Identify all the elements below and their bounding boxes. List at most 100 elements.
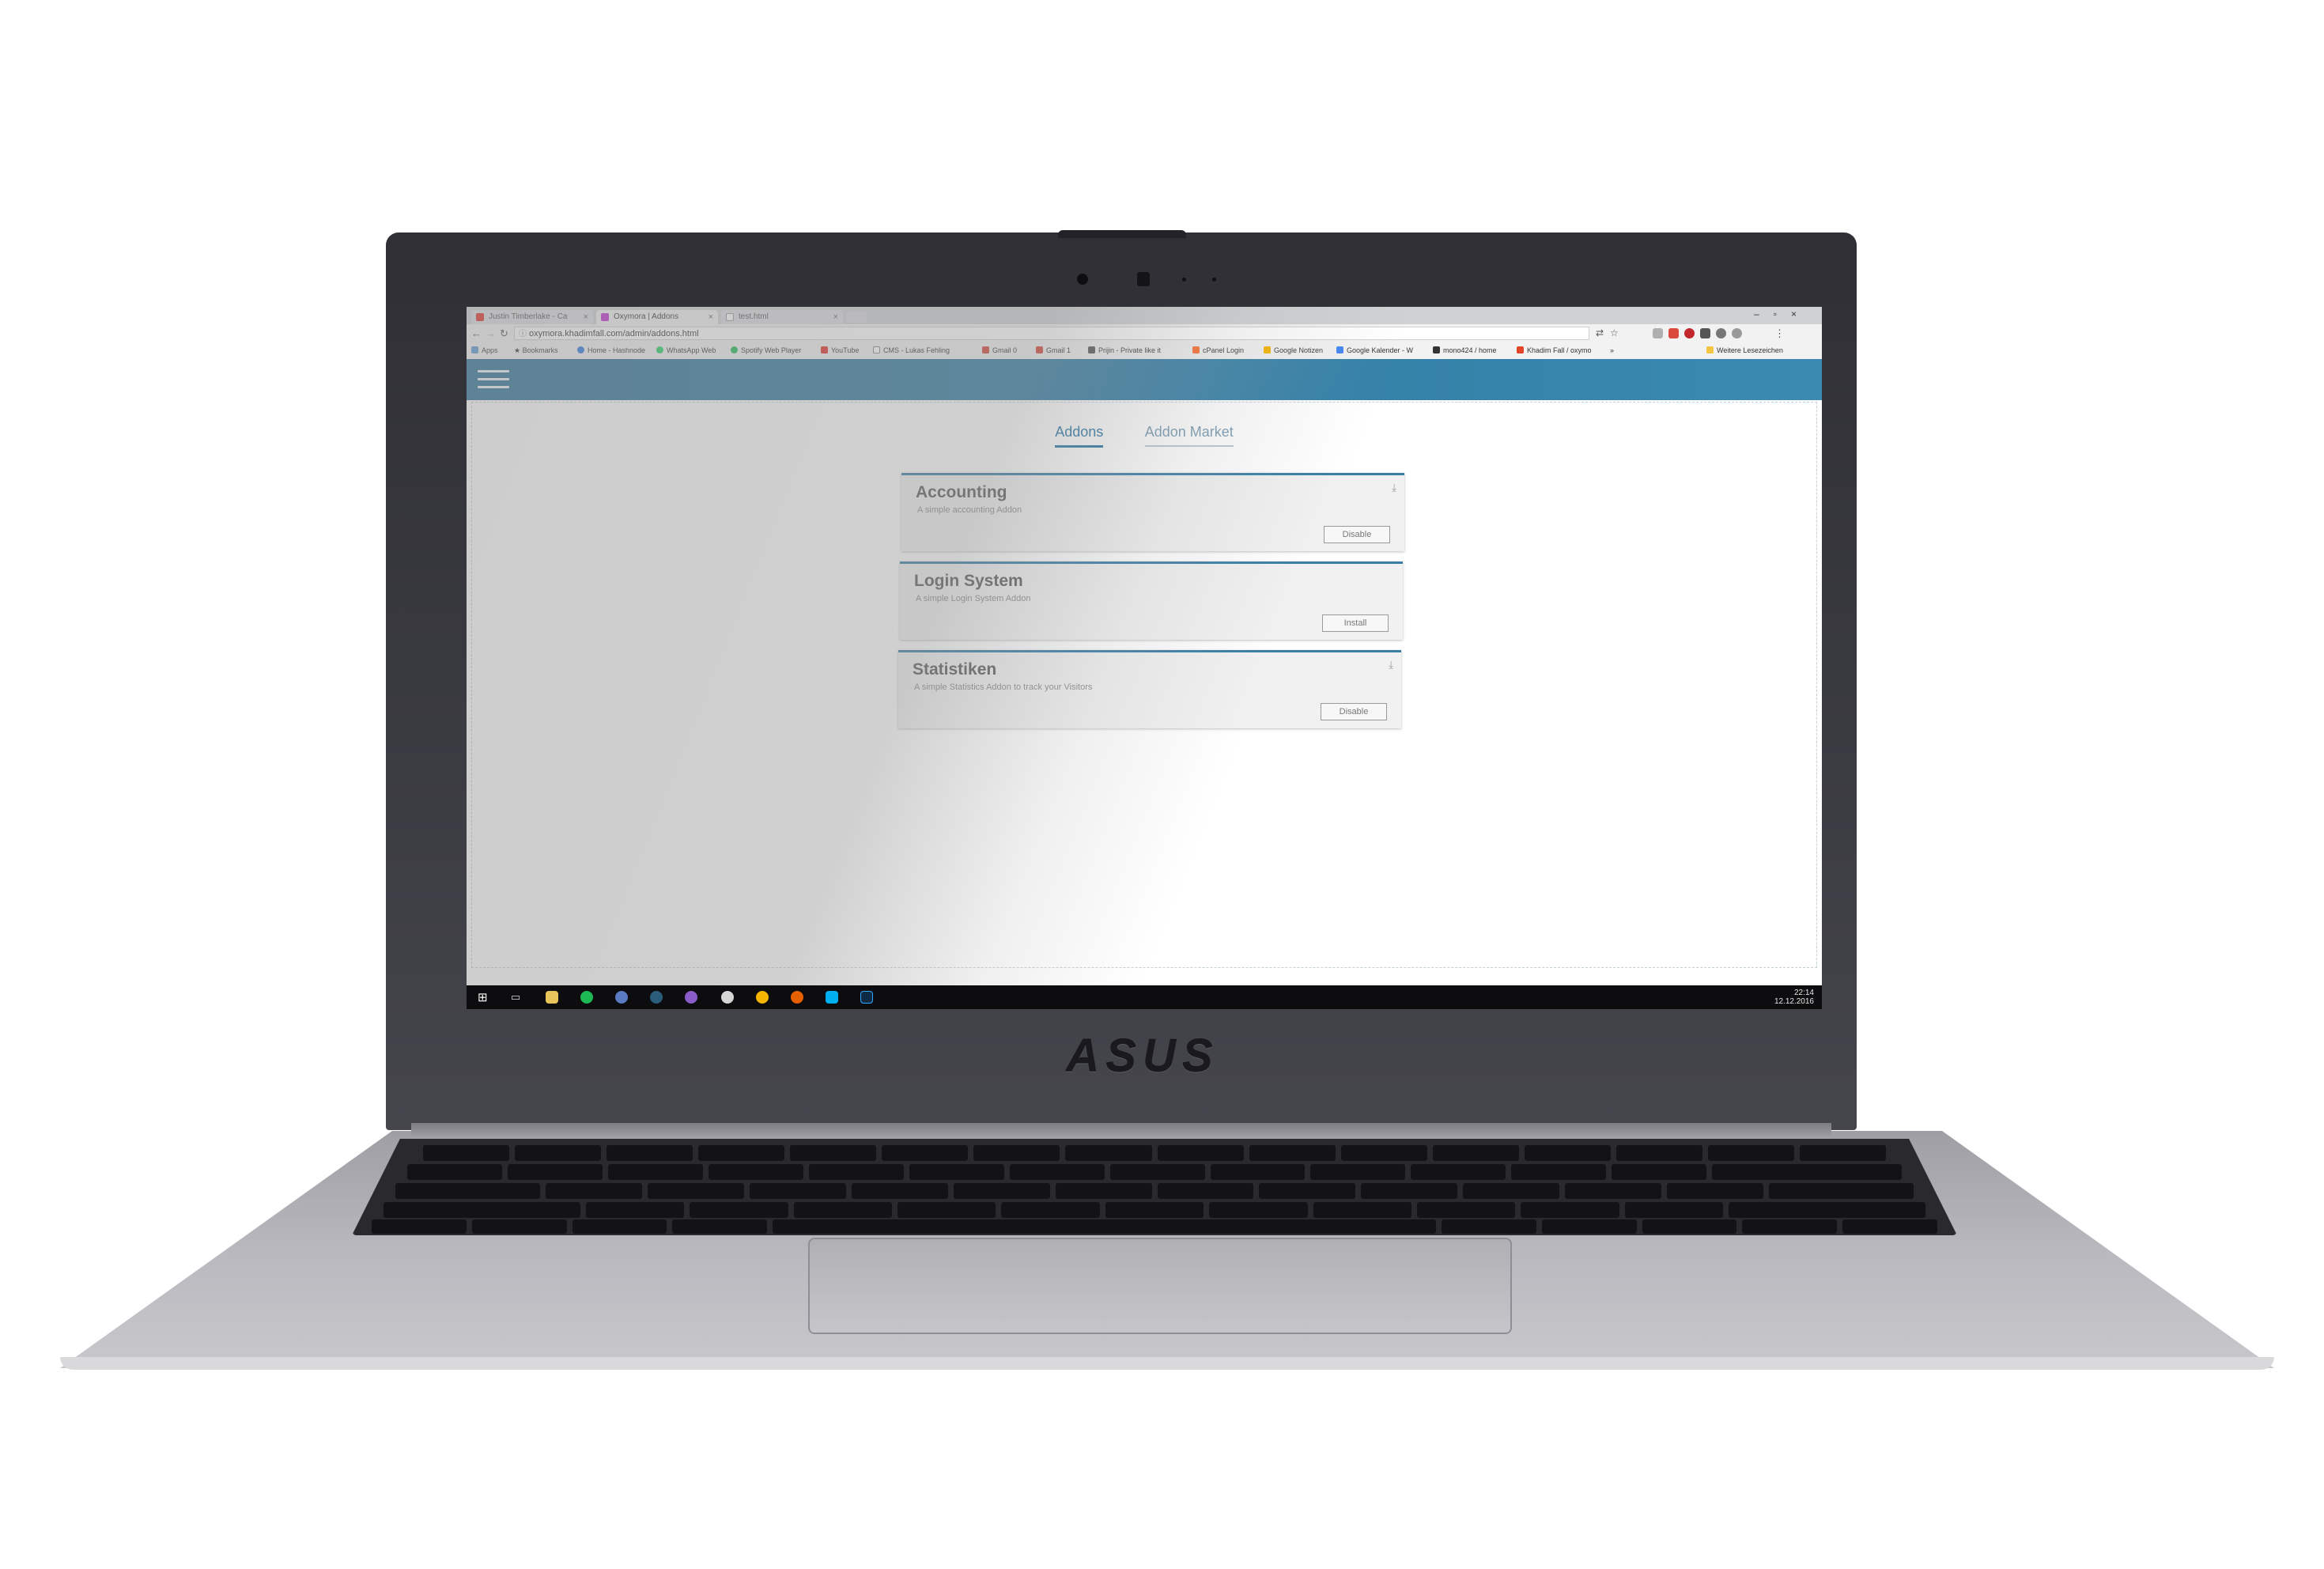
- clock-date: 12.12.2016: [1774, 997, 1814, 1006]
- download-icon[interactable]: ⤓: [1389, 659, 1393, 671]
- bookmark-item[interactable]: mono424 / home: [1433, 346, 1497, 354]
- app-header: [467, 359, 1822, 400]
- bookmarks-overflow[interactable]: »: [1610, 346, 1614, 354]
- addon-title: Statistiken: [913, 660, 997, 679]
- browser-tab[interactable]: Justin Timberlake - Ca ×: [471, 310, 593, 324]
- addon-tabs: Addons Addon Market: [467, 424, 1822, 448]
- star-icon: ★: [514, 346, 523, 354]
- windows-start-icon[interactable]: ⊞: [478, 990, 488, 1004]
- bookmark-item[interactable]: Apps: [471, 346, 498, 354]
- bookmark-item[interactable]: Google Notizen: [1264, 346, 1323, 354]
- bookmark-item[interactable]: WhatsApp Web: [656, 346, 716, 354]
- addon-description: A simple Statistics Addon to track your …: [914, 682, 1093, 692]
- sensor-dot: [1182, 278, 1186, 282]
- touchpad: [808, 1238, 1512, 1334]
- asus-logo: ASUS: [1066, 1030, 1219, 1082]
- app-icon[interactable]: [756, 991, 769, 1004]
- addon-card-statistiken: Statistiken A simple Statistics Addon to…: [898, 650, 1401, 728]
- address-bar[interactable]: ⓘ oxymora.khadimfall.com/admin/addons.ht…: [514, 327, 1589, 340]
- addon-title: Login System: [914, 572, 1023, 590]
- youtube-icon: [476, 313, 484, 321]
- bookmark-item[interactable]: cPanel Login: [1192, 346, 1244, 354]
- bookmark-item[interactable]: Khadim Fall / oxymo: [1517, 346, 1592, 354]
- install-button[interactable]: Install: [1322, 614, 1389, 632]
- addon-card-login-system: Login System A simple Login System Addon…: [900, 561, 1403, 640]
- minimize-icon[interactable]: –: [1754, 308, 1774, 319]
- extension-icon[interactable]: [1668, 328, 1679, 338]
- disable-button[interactable]: Disable: [1324, 526, 1390, 543]
- laptop-screen: Justin Timberlake - Ca × Oxymora | Addon…: [467, 307, 1822, 1009]
- file-explorer-icon[interactable]: [546, 991, 558, 1004]
- close-icon[interactable]: ×: [709, 310, 713, 324]
- restore-icon[interactable]: ▫: [1774, 308, 1791, 319]
- sensor-dot: [1212, 278, 1216, 282]
- browser-toolbar: ← → ↻ ⓘ oxymora.khadimfall.com/admin/add…: [467, 324, 1822, 344]
- document-icon: [726, 313, 734, 321]
- download-icon[interactable]: ⤓: [1392, 482, 1396, 494]
- lid-notch: [1058, 230, 1186, 238]
- clock-time: 22:14: [1793, 989, 1814, 997]
- camera-sensor: [1137, 272, 1150, 286]
- bookmark-item[interactable]: Gmail 0: [982, 346, 1017, 354]
- app-icon[interactable]: [650, 991, 663, 1004]
- bookmark-item[interactable]: YouTube: [821, 346, 859, 354]
- translate-icon[interactable]: ⇄: [1596, 327, 1604, 338]
- close-icon[interactable]: ×: [584, 310, 588, 324]
- bookmark-item[interactable]: Spotify Web Player: [731, 346, 801, 354]
- webcam: [1077, 274, 1088, 285]
- hamburger-menu-icon[interactable]: [478, 370, 509, 391]
- tab-label: Oxymora | Addons: [614, 312, 679, 321]
- bookmark-folder[interactable]: Weitere Lesezeichen: [1706, 346, 1783, 354]
- reload-icon[interactable]: ↻: [500, 327, 508, 340]
- cast-icon[interactable]: [1653, 328, 1663, 338]
- extension-icon[interactable]: [1732, 328, 1742, 338]
- more-menu-icon[interactable]: ⋮: [1774, 327, 1785, 340]
- back-arrow-icon[interactable]: ←: [471, 327, 482, 339]
- keyboard: [352, 1139, 1957, 1235]
- oxymora-icon: [601, 313, 609, 321]
- window-controls: –▫×: [1754, 308, 1811, 319]
- bookmarks-bar: Apps ★ Bookmarks Home - Hashnode WhatsAp…: [467, 343, 1822, 360]
- spotify-icon[interactable]: [580, 991, 593, 1004]
- new-tab-button[interactable]: [846, 312, 867, 323]
- addon-description: A simple Login System Addon: [916, 594, 1031, 603]
- disable-button[interactable]: Disable: [1321, 703, 1387, 720]
- close-icon[interactable]: ×: [833, 310, 838, 324]
- bookmark-item[interactable]: CMS - Lukas Fehling: [873, 346, 950, 354]
- bookmark-item[interactable]: ★ Bookmarks: [514, 346, 558, 355]
- laptop-front-edge: [60, 1357, 2274, 1370]
- browser-tab-active[interactable]: Oxymora | Addons ×: [596, 310, 718, 324]
- task-view-icon[interactable]: ▭: [511, 991, 520, 1004]
- chrome-icon[interactable]: [721, 991, 734, 1004]
- tab-addons[interactable]: Addons: [1055, 424, 1104, 448]
- url-text: oxymora.khadimfall.com/admin/addons.html: [529, 329, 699, 338]
- bookmark-item[interactable]: Gmail 1: [1036, 346, 1071, 354]
- addons-page: Addons Addon Market Accounting A simple …: [467, 400, 1822, 985]
- tab-label: Justin Timberlake - Ca: [489, 312, 568, 321]
- bookmark-item[interactable]: Prijin - Private like it: [1088, 346, 1161, 354]
- qr-icon[interactable]: [1700, 328, 1710, 338]
- settings-icon[interactable]: [1716, 328, 1726, 338]
- browser-tab[interactable]: test.html ×: [721, 310, 843, 324]
- addon-title: Accounting: [916, 483, 1007, 501]
- skype-icon[interactable]: [826, 991, 838, 1004]
- taskbar-clock[interactable]: 22:14 12.12.2016: [1774, 989, 1814, 1006]
- bookmark-item[interactable]: Google Kalender - W: [1336, 346, 1413, 354]
- app-icon[interactable]: [685, 991, 697, 1004]
- tab-addon-market[interactable]: Addon Market: [1144, 424, 1234, 447]
- star-icon[interactable]: ☆: [1610, 327, 1619, 338]
- windows-taskbar: ⊞ ▭ 22:14 12.12.2016: [467, 985, 1822, 1009]
- adblock-icon[interactable]: [1684, 328, 1695, 338]
- close-window-icon[interactable]: ×: [1791, 308, 1811, 319]
- bookmark-item[interactable]: Home - Hashnode: [577, 346, 645, 354]
- addon-card-accounting: Accounting A simple accounting Addon ⤓ D…: [901, 473, 1404, 551]
- info-icon: ⓘ: [519, 330, 527, 338]
- photoshop-icon[interactable]: [860, 991, 873, 1004]
- forward-arrow-icon[interactable]: →: [486, 327, 496, 339]
- firefox-icon[interactable]: [791, 991, 803, 1004]
- tab-label: test.html: [739, 312, 769, 321]
- laptop-hinge: [411, 1123, 1831, 1139]
- browser-tab-bar: Justin Timberlake - Ca × Oxymora | Addon…: [467, 307, 1822, 324]
- app-icon[interactable]: [615, 991, 628, 1004]
- addon-description: A simple accounting Addon: [917, 505, 1022, 515]
